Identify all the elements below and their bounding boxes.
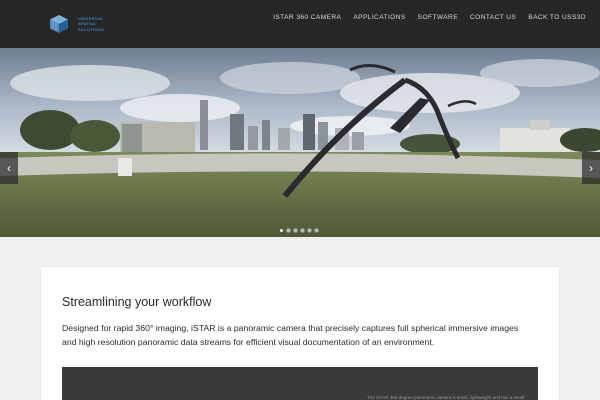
logo-line-3: SOLUTIONS bbox=[78, 26, 105, 32]
logo-cube-icon bbox=[48, 13, 70, 35]
slide-dot-1[interactable] bbox=[279, 228, 284, 233]
content-card: Streamlining your workflow Designed for … bbox=[41, 267, 559, 400]
logo[interactable]: UNIVERSAL SPATIAL SOLUTIONS bbox=[48, 12, 104, 36]
section-heading: Streamlining your workflow bbox=[62, 295, 212, 309]
nav-istar-360-camera[interactable]: ISTAR 360 CAMERA bbox=[267, 14, 347, 22]
next-slide-button[interactable]: › bbox=[582, 152, 600, 184]
nav-contact-us[interactable]: CONTACT US bbox=[464, 14, 522, 22]
section-body: Designed for rapid 360° imaging, iSTAR i… bbox=[62, 323, 519, 347]
slide-dot-2[interactable] bbox=[286, 228, 291, 233]
prev-slide-button[interactable]: ‹ bbox=[0, 152, 18, 184]
video-caption: The iSTAR 360 degree panoramic camera is… bbox=[367, 395, 524, 400]
slide-dot-6[interactable] bbox=[314, 228, 319, 233]
main-nav: ISTAR 360 CAMERA APPLICATIONS SOFTWARE C… bbox=[267, 14, 592, 22]
logo-text: UNIVERSAL SPATIAL SOLUTIONS bbox=[78, 16, 104, 33]
nav-applications[interactable]: APPLICATIONS bbox=[347, 14, 411, 22]
slide-dot-4[interactable] bbox=[300, 228, 305, 233]
hero-slider: ‹ › bbox=[0, 48, 600, 237]
slide-dot-5[interactable] bbox=[307, 228, 312, 233]
video-player[interactable]: The iSTAR 360 degree panoramic camera is… bbox=[62, 367, 538, 400]
slide-dot-3[interactable] bbox=[293, 228, 298, 233]
panorama-image bbox=[0, 48, 600, 237]
site-header: UNIVERSAL SPATIAL SOLUTIONS ISTAR 360 CA… bbox=[0, 0, 600, 48]
nav-software[interactable]: SOFTWARE bbox=[412, 14, 464, 22]
nav-back-to-uss3d[interactable]: BACK TO USS3D bbox=[522, 14, 592, 22]
slide-indicators bbox=[279, 228, 319, 233]
